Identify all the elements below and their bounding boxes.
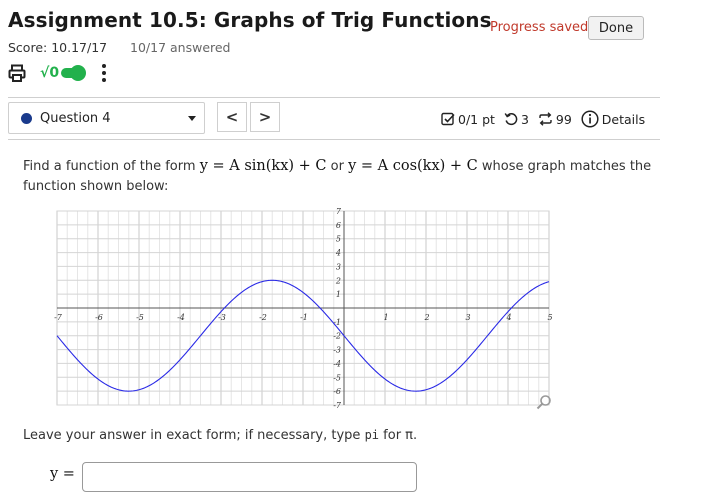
note-code: pi [364,428,380,442]
question-select-label: Question 4 [40,110,111,126]
divider-question [8,139,660,140]
sqrt-label: √0 [40,65,60,81]
y-tick-label: 6 [336,221,341,230]
submissions-icon [539,112,552,126]
previous-question-button[interactable]: < [217,102,247,132]
assignment-title: Assignment 10.5: Graphs of Trig Function… [8,8,492,32]
done-button[interactable]: Done [588,16,644,40]
x-tick-label: -4 [177,313,185,322]
math-toggle[interactable]: √0 [40,65,87,81]
x-tick-label: 2 [423,313,429,322]
prompt-pre: Find a function of the form [23,159,196,174]
answer-label: y = [50,466,75,482]
progress-status: Progress saved [490,20,589,35]
score-text: Score: 10.17/17 [8,40,108,55]
details-link[interactable]: Details [581,110,645,128]
instruction-note: Leave your answer in exact form; if nece… [23,428,417,443]
question-meta: 0/1 pt 3 99 Details [441,110,645,128]
note-pre: Leave your answer in exact form; if nece… [23,428,361,443]
submissions-count: 99 [555,111,572,127]
x-tick-label: 5 [547,313,552,322]
y-tick-label: -3 [333,346,341,355]
note-post: for π. [383,428,418,443]
x-tick-label: -6 [95,313,103,322]
function-graph: -7 -6 -5 -4 -3 -2 -1 1 2 3 4 57654321-1-2-3-4-5-6-7 [54,208,552,408]
question-select[interactable]: Question 4 [8,102,205,134]
retry-icon [504,113,518,126]
toolbar: √0 [8,60,107,86]
y-tick-label: -4 [333,359,341,368]
answer-input[interactable] [82,462,417,492]
y-tick-label: 2 [335,276,341,285]
y-tick-label: -2 [333,332,341,341]
prompt-or: or [330,159,344,174]
y-tick-label: 1 [336,290,341,299]
divider-top [8,97,660,98]
form-sin: y = A sin(kx) + C [199,158,327,174]
y-tick-label: -5 [333,373,341,382]
x-tick-label: 4 [505,313,511,322]
toggle-switch [61,65,87,81]
x-tick-label: -5 [136,313,144,322]
details-label: Details [601,111,646,127]
chevron-down-icon [188,115,196,121]
form-cos: y = A cos(kx) + C [348,158,478,174]
x-tick-label: 1 [383,313,388,322]
info-icon [581,110,599,128]
question-prompt: Find a function of the form y = A sin(kx… [23,156,663,197]
checkbox-icon [441,112,455,126]
x-tick-label: -2 [259,313,267,322]
y-tick-label: 5 [336,235,341,244]
more-menu-icon[interactable] [101,63,107,83]
y-tick-label: 3 [336,262,341,271]
y-tick-label: 4 [335,249,341,258]
y-tick-label: -7 [333,401,342,408]
zoom-icon[interactable] [536,394,552,410]
points-text: 0/1 pt [458,111,495,127]
status-dot-icon [21,112,32,124]
x-tick-label: 3 [465,313,470,322]
y-tick-label: -6 [333,387,341,396]
y-tick-label: -1 [333,318,341,327]
answered-count: 10/17 answered [130,40,231,55]
x-tick-label: -7 [54,313,63,322]
attempts-count: 3 [520,111,529,127]
print-icon[interactable] [8,64,26,82]
x-tick-label: -1 [300,313,308,322]
next-question-button[interactable]: > [250,102,280,132]
